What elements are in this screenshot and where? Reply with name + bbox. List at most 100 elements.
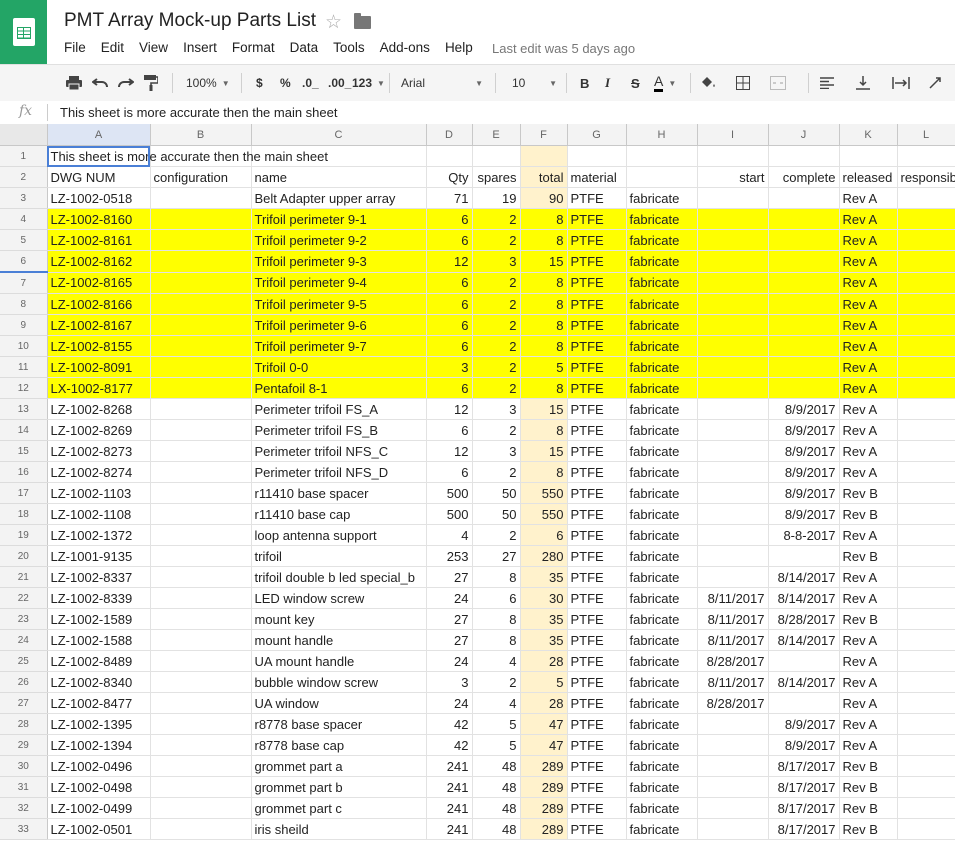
cell-i17[interactable] — [697, 482, 769, 504]
cell-a26[interactable]: LZ-1002-8340 — [47, 671, 151, 693]
cell-f15[interactable]: 15 — [520, 440, 568, 462]
menu-tools[interactable]: Tools — [333, 40, 365, 55]
folder-icon[interactable] — [354, 13, 371, 29]
cell-k11[interactable]: Rev A — [839, 356, 898, 378]
cell-i1[interactable] — [697, 145, 769, 167]
cell-j27[interactable] — [768, 692, 840, 714]
cell-f7[interactable]: 8 — [520, 272, 568, 294]
cell-f25[interactable]: 28 — [520, 650, 568, 672]
menu-addons[interactable]: Add-ons — [380, 40, 430, 55]
star-icon[interactable]: ☆ — [325, 11, 342, 34]
cell-k20[interactable]: Rev B — [839, 545, 898, 567]
cell-d9[interactable]: 6 — [426, 314, 473, 336]
cell-d13[interactable]: 12 — [426, 398, 473, 420]
row-header[interactable]: 32 — [0, 797, 48, 819]
cell-h32[interactable]: fabricate — [626, 797, 698, 819]
cell-d11[interactable]: 3 — [426, 356, 473, 378]
cell-j11[interactable] — [768, 356, 840, 378]
column-header-g[interactable]: G — [567, 124, 627, 146]
row-header[interactable]: 14 — [0, 419, 48, 441]
cell-c2[interactable]: name — [251, 166, 427, 188]
cell-f14[interactable]: 8 — [520, 419, 568, 441]
cell-e21[interactable]: 8 — [472, 566, 521, 588]
cell-c19[interactable]: loop antenna support — [251, 524, 427, 546]
cell-g12[interactable]: PTFE — [567, 377, 627, 399]
cell-a23[interactable]: LZ-1002-1589 — [47, 608, 151, 630]
cell-c21[interactable]: trifoil double b led special_b — [251, 566, 427, 588]
cell-g1[interactable] — [567, 145, 627, 167]
row-header[interactable]: 13 — [0, 398, 48, 420]
cell-d3[interactable]: 71 — [426, 187, 473, 209]
cell-g19[interactable]: PTFE — [567, 524, 627, 546]
cell-a24[interactable]: LZ-1002-1588 — [47, 629, 151, 651]
cell-i25[interactable]: 8/28/2017 — [697, 650, 769, 672]
row-header[interactable]: 2 — [0, 166, 48, 188]
cell-l25[interactable] — [897, 650, 955, 672]
cell-e30[interactable]: 48 — [472, 755, 521, 777]
cell-i29[interactable] — [697, 734, 769, 756]
cell-f10[interactable]: 8 — [520, 335, 568, 357]
cell-g26[interactable]: PTFE — [567, 671, 627, 693]
cell-i12[interactable] — [697, 377, 769, 399]
column-header-h[interactable]: H — [626, 124, 698, 146]
cell-b31[interactable] — [150, 776, 252, 798]
cell-f30[interactable]: 289 — [520, 755, 568, 777]
cell-f1[interactable] — [520, 145, 568, 167]
cell-l7[interactable] — [897, 272, 955, 294]
text-rotation-icon[interactable] — [928, 65, 944, 101]
cell-f29[interactable]: 47 — [520, 734, 568, 756]
cell-k24[interactable]: Rev A — [839, 629, 898, 651]
cell-g18[interactable]: PTFE — [567, 503, 627, 525]
cell-a29[interactable]: LZ-1002-1394 — [47, 734, 151, 756]
cell-j32[interactable]: 8/17/2017 — [768, 797, 840, 819]
cell-a3[interactable]: LZ-1002-0518 — [47, 187, 151, 209]
cell-a20[interactable]: LZ-1001-9135 — [47, 545, 151, 567]
cell-i18[interactable] — [697, 503, 769, 525]
cell-h19[interactable]: fabricate — [626, 524, 698, 546]
cell-b24[interactable] — [150, 629, 252, 651]
cell-a16[interactable]: LZ-1002-8274 — [47, 461, 151, 483]
strikethrough-button[interactable]: S — [631, 65, 640, 101]
cell-j24[interactable]: 8/14/2017 — [768, 629, 840, 651]
cell-i16[interactable] — [697, 461, 769, 483]
cell-l29[interactable] — [897, 734, 955, 756]
cell-k29[interactable]: Rev A — [839, 734, 898, 756]
cell-l20[interactable] — [897, 545, 955, 567]
cell-c24[interactable]: mount handle — [251, 629, 427, 651]
cell-l19[interactable] — [897, 524, 955, 546]
cell-b5[interactable] — [150, 229, 252, 251]
cell-c8[interactable]: Trifoil perimeter 9-5 — [251, 293, 427, 315]
cell-e5[interactable]: 2 — [472, 229, 521, 251]
cell-e22[interactable]: 6 — [472, 587, 521, 609]
cell-b13[interactable] — [150, 398, 252, 420]
cell-i4[interactable] — [697, 208, 769, 230]
cell-d4[interactable]: 6 — [426, 208, 473, 230]
cell-k17[interactable]: Rev B — [839, 482, 898, 504]
cell-a6[interactable]: LZ-1002-8162 — [47, 250, 151, 273]
cell-k22[interactable]: Rev A — [839, 587, 898, 609]
cell-l12[interactable] — [897, 377, 955, 399]
cell-e9[interactable]: 2 — [472, 314, 521, 336]
cell-g25[interactable]: PTFE — [567, 650, 627, 672]
cell-a28[interactable]: LZ-1002-1395 — [47, 713, 151, 735]
cell-h12[interactable]: fabricate — [626, 377, 698, 399]
cell-e31[interactable]: 48 — [472, 776, 521, 798]
cell-k2[interactable]: released — [839, 166, 898, 188]
row-header[interactable]: 25 — [0, 650, 48, 672]
cell-k27[interactable]: Rev A — [839, 692, 898, 714]
cell-f22[interactable]: 30 — [520, 587, 568, 609]
cell-e27[interactable]: 4 — [472, 692, 521, 714]
cell-b33[interactable] — [150, 818, 252, 840]
cell-c14[interactable]: Perimeter trifoil FS_B — [251, 419, 427, 441]
cell-a19[interactable]: LZ-1002-1372 — [47, 524, 151, 546]
cell-b32[interactable] — [150, 797, 252, 819]
cell-b29[interactable] — [150, 734, 252, 756]
cell-c27[interactable]: UA window — [251, 692, 427, 714]
cell-b20[interactable] — [150, 545, 252, 567]
cell-j4[interactable] — [768, 208, 840, 230]
cell-c29[interactable]: r8778 base cap — [251, 734, 427, 756]
cell-j6[interactable] — [768, 250, 840, 273]
cell-a27[interactable]: LZ-1002-8477 — [47, 692, 151, 714]
cell-d20[interactable]: 253 — [426, 545, 473, 567]
cell-i26[interactable]: 8/11/2017 — [697, 671, 769, 693]
